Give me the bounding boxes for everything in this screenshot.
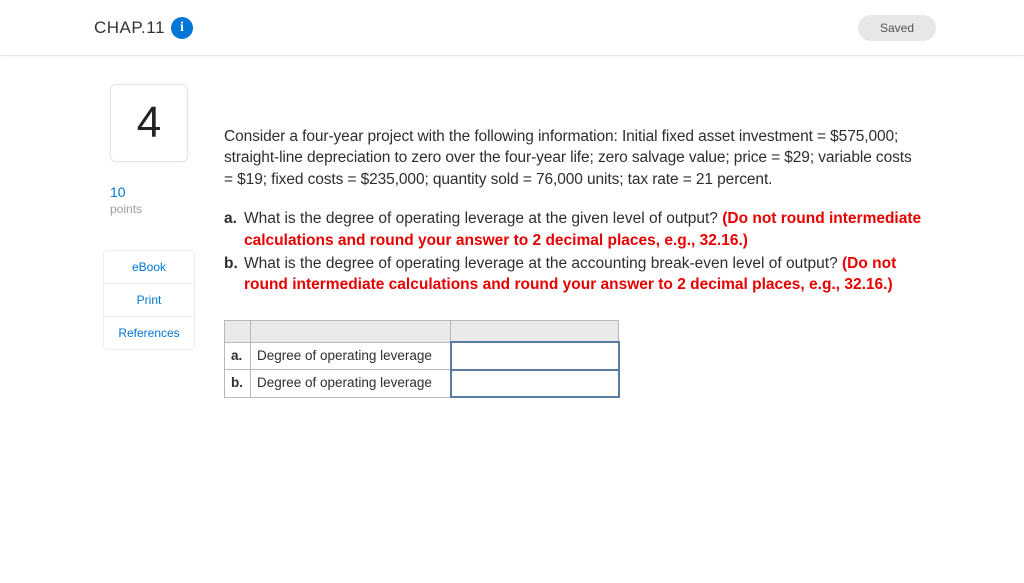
part-text: What is the degree of operating leverage… (244, 255, 842, 272)
answer-input-a[interactable] (452, 344, 618, 368)
references-link[interactable]: References (104, 317, 194, 349)
row-input-cell (451, 370, 619, 398)
table-row: b. Degree of operating leverage (225, 370, 619, 398)
left-column: 4 10 points eBook Print References (94, 84, 204, 398)
points-value: 10 (110, 184, 188, 200)
answer-input-b[interactable] (452, 372, 618, 396)
table-row: a. Degree of operating leverage (225, 342, 619, 370)
info-icon[interactable]: i (171, 17, 193, 39)
table-header-row (225, 320, 619, 342)
question-parts: a. What is the degree of operating lever… (224, 208, 924, 296)
header-cell (225, 320, 251, 342)
page-body: 4 10 points eBook Print References Consi… (0, 56, 1024, 398)
row-desc: Degree of operating leverage (251, 342, 451, 370)
row-input-cell (451, 342, 619, 370)
part-text: What is the degree of operating leverage… (244, 210, 722, 227)
header-cell (251, 320, 451, 342)
header-cell (451, 320, 619, 342)
row-letter: a. (225, 342, 251, 370)
chapter-title: CHAP.11 (94, 18, 165, 38)
part-body: What is the degree of operating leverage… (244, 208, 924, 251)
question-prompt: Consider a four-year project with the fo… (224, 126, 924, 190)
resource-links: eBook Print References (103, 250, 195, 350)
points-label: points (110, 202, 188, 216)
part-label: b. (224, 253, 244, 296)
top-bar: CHAP.11 i Saved (0, 0, 1024, 56)
points-block: 10 points (110, 184, 188, 216)
question-number-card: 4 (110, 84, 188, 162)
question-content: Consider a four-year project with the fo… (204, 84, 924, 398)
saved-badge: Saved (858, 15, 936, 41)
part-body: What is the degree of operating leverage… (244, 253, 924, 296)
answer-table: a. Degree of operating leverage b. Degre… (224, 320, 620, 399)
part-label: a. (224, 208, 244, 251)
row-desc: Degree of operating leverage (251, 370, 451, 398)
ebook-link[interactable]: eBook (104, 251, 194, 284)
print-link[interactable]: Print (104, 284, 194, 317)
row-letter: b. (225, 370, 251, 398)
part-b: b. What is the degree of operating lever… (224, 253, 924, 296)
part-a: a. What is the degree of operating lever… (224, 208, 924, 251)
